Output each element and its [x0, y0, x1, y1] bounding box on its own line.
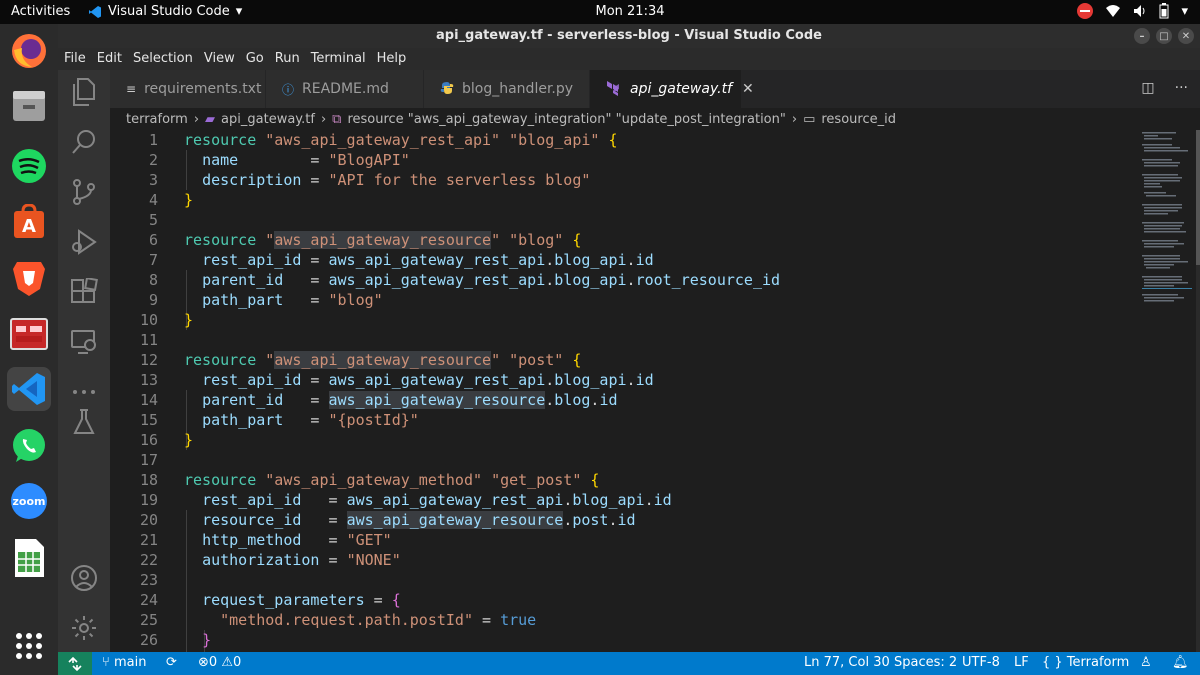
- settings-gear-icon[interactable]: [66, 610, 102, 646]
- menu-go[interactable]: Go: [240, 48, 269, 70]
- maximize-button[interactable]: □: [1156, 28, 1172, 44]
- breadcrumb-folder[interactable]: terraform: [126, 112, 188, 127]
- remote-explorer-icon[interactable]: [66, 324, 102, 360]
- chevron-right-icon: ›: [193, 111, 200, 127]
- breadcrumb: terraform › ▰ api_gateway.tf › ⧉ resourc…: [110, 108, 1200, 130]
- chevron-right-icon: ›: [320, 111, 327, 127]
- whatsapp-icon[interactable]: [7, 424, 51, 468]
- software-center-icon[interactable]: A: [7, 200, 51, 244]
- testing-icon[interactable]: [66, 404, 102, 440]
- text-file-icon: ≡: [126, 82, 137, 96]
- tab-label: README.md: [302, 81, 389, 97]
- minimap[interactable]: [1140, 130, 1200, 652]
- menu-run[interactable]: Run: [269, 48, 305, 70]
- svg-text:zoom: zoom: [13, 495, 46, 508]
- ubuntu-dock: A zoom: [0, 24, 58, 675]
- menu-view[interactable]: View: [198, 48, 240, 70]
- svg-text:A: A: [22, 216, 36, 237]
- accounts-icon[interactable]: [66, 560, 102, 596]
- window-title: api_gateway.tf - serverless-blog - Visua…: [435, 28, 822, 43]
- activity-bar: [58, 70, 110, 652]
- zoom-icon[interactable]: zoom: [7, 479, 51, 523]
- menu-selection[interactable]: Selection: [127, 48, 198, 70]
- symbol-icon: ⧉: [332, 111, 342, 127]
- vscode-icon[interactable]: [7, 367, 51, 411]
- menu-edit[interactable]: Edit: [91, 48, 127, 70]
- more-actions-icon[interactable]: ···: [1175, 80, 1188, 96]
- warning-icon: ⚠: [221, 655, 233, 670]
- indentation-indicator[interactable]: Spaces: 2: [894, 655, 957, 670]
- tab-blog-handler[interactable]: blog_handler.py: [424, 70, 590, 108]
- terraform-icon: [606, 80, 622, 99]
- tab-label: requirements.txt: [144, 81, 262, 97]
- field-icon: ▭: [803, 111, 816, 127]
- branch-name: main: [113, 655, 147, 670]
- run-debug-icon[interactable]: [66, 224, 102, 260]
- info-icon: ⓘ: [282, 82, 295, 97]
- code-editor[interactable]: 1 resource "aws_api_gateway_rest_api" "bl…: [110, 130, 1200, 652]
- git-branch-icon: ⑂: [102, 655, 110, 670]
- notifications-bell-icon[interactable]: 🔔︎: [1172, 655, 1189, 670]
- tab-api-gateway[interactable]: api_gateway.tf ✕: [590, 70, 754, 108]
- brave-icon[interactable]: [7, 256, 51, 300]
- tab-requirements[interactable]: ≡ requirements.txt: [110, 70, 266, 108]
- breadcrumb-field[interactable]: resource_id: [821, 112, 896, 127]
- remote-indicator-icon[interactable]: [58, 652, 92, 675]
- sync-icon[interactable]: ⟳: [166, 655, 177, 670]
- error-icon: ⊗: [198, 655, 209, 670]
- system-tray[interactable]: ▾: [1077, 3, 1188, 19]
- spreadsheet-icon[interactable]: [7, 536, 51, 580]
- clock[interactable]: Mon 21:34: [0, 4, 1200, 19]
- menu-terminal[interactable]: Terminal: [305, 48, 371, 70]
- python-icon: [440, 81, 454, 98]
- status-bar: ⑂ main ⟳ ⊗0 ⚠0 Ln 77, Col 30 Spaces: 2 U…: [58, 652, 1200, 675]
- gnome-top-bar: Activities Visual Studio Code ▾ Mon 21:3…: [0, 0, 1200, 24]
- encoding-indicator[interactable]: UTF-8: [962, 655, 1000, 670]
- branch-indicator[interactable]: ⑂ main: [102, 655, 146, 670]
- spotify-icon[interactable]: [7, 144, 51, 188]
- terraform-icon: ▰: [205, 111, 216, 127]
- chevron-down-icon[interactable]: ▾: [1181, 4, 1188, 19]
- vscode-window: api_gateway.tf - serverless-blog - Visua…: [58, 24, 1200, 675]
- battery-icon[interactable]: [1159, 3, 1169, 19]
- tab-label: blog_handler.py: [462, 81, 574, 97]
- window-titlebar[interactable]: api_gateway.tf - serverless-blog - Visua…: [58, 24, 1200, 48]
- eol-indicator[interactable]: LF: [1014, 655, 1029, 670]
- braces-icon: { }: [1042, 655, 1063, 670]
- do-not-disturb-icon[interactable]: [1077, 3, 1094, 19]
- split-editor-icon[interactable]: ◫: [1141, 80, 1154, 96]
- tab-label: api_gateway.tf: [630, 81, 733, 97]
- tab-readme[interactable]: ⓘ README.md: [266, 70, 424, 108]
- screen-recorder-icon[interactable]: [7, 312, 51, 356]
- menubar: File Edit Selection View Go Run Terminal…: [58, 48, 1200, 70]
- wifi-icon[interactable]: [1105, 4, 1121, 18]
- menu-help[interactable]: Help: [371, 48, 412, 70]
- explorer-icon[interactable]: [66, 74, 102, 110]
- error-count: 0: [208, 655, 218, 670]
- menu-file[interactable]: File: [58, 48, 91, 70]
- files-icon[interactable]: [7, 84, 51, 128]
- feedback-icon[interactable]: ♙: [1140, 655, 1152, 670]
- language-mode[interactable]: { } Terraform: [1042, 655, 1129, 670]
- close-button[interactable]: ✕: [1178, 28, 1194, 44]
- problems-indicator[interactable]: ⊗0 ⚠0: [198, 655, 241, 670]
- search-icon[interactable]: [66, 124, 102, 160]
- extensions-icon[interactable]: [66, 274, 102, 310]
- breadcrumb-file[interactable]: api_gateway.tf: [221, 112, 315, 127]
- chevron-right-icon: ›: [791, 111, 798, 127]
- warning-count: 0: [232, 655, 242, 670]
- source-control-icon[interactable]: [66, 174, 102, 210]
- show-apps-icon[interactable]: [7, 624, 51, 668]
- volume-icon[interactable]: [1133, 4, 1147, 18]
- cursor-position[interactable]: Ln 77, Col 30: [804, 655, 890, 670]
- editor-tabs: ≡ requirements.txt ⓘ README.md blog_hand…: [110, 70, 1200, 108]
- close-tab-icon[interactable]: ✕: [742, 81, 754, 97]
- firefox-icon[interactable]: [7, 29, 51, 73]
- minimize-button[interactable]: –: [1134, 28, 1150, 44]
- breadcrumb-resource[interactable]: resource "aws_api_gateway_integration" "…: [347, 112, 785, 127]
